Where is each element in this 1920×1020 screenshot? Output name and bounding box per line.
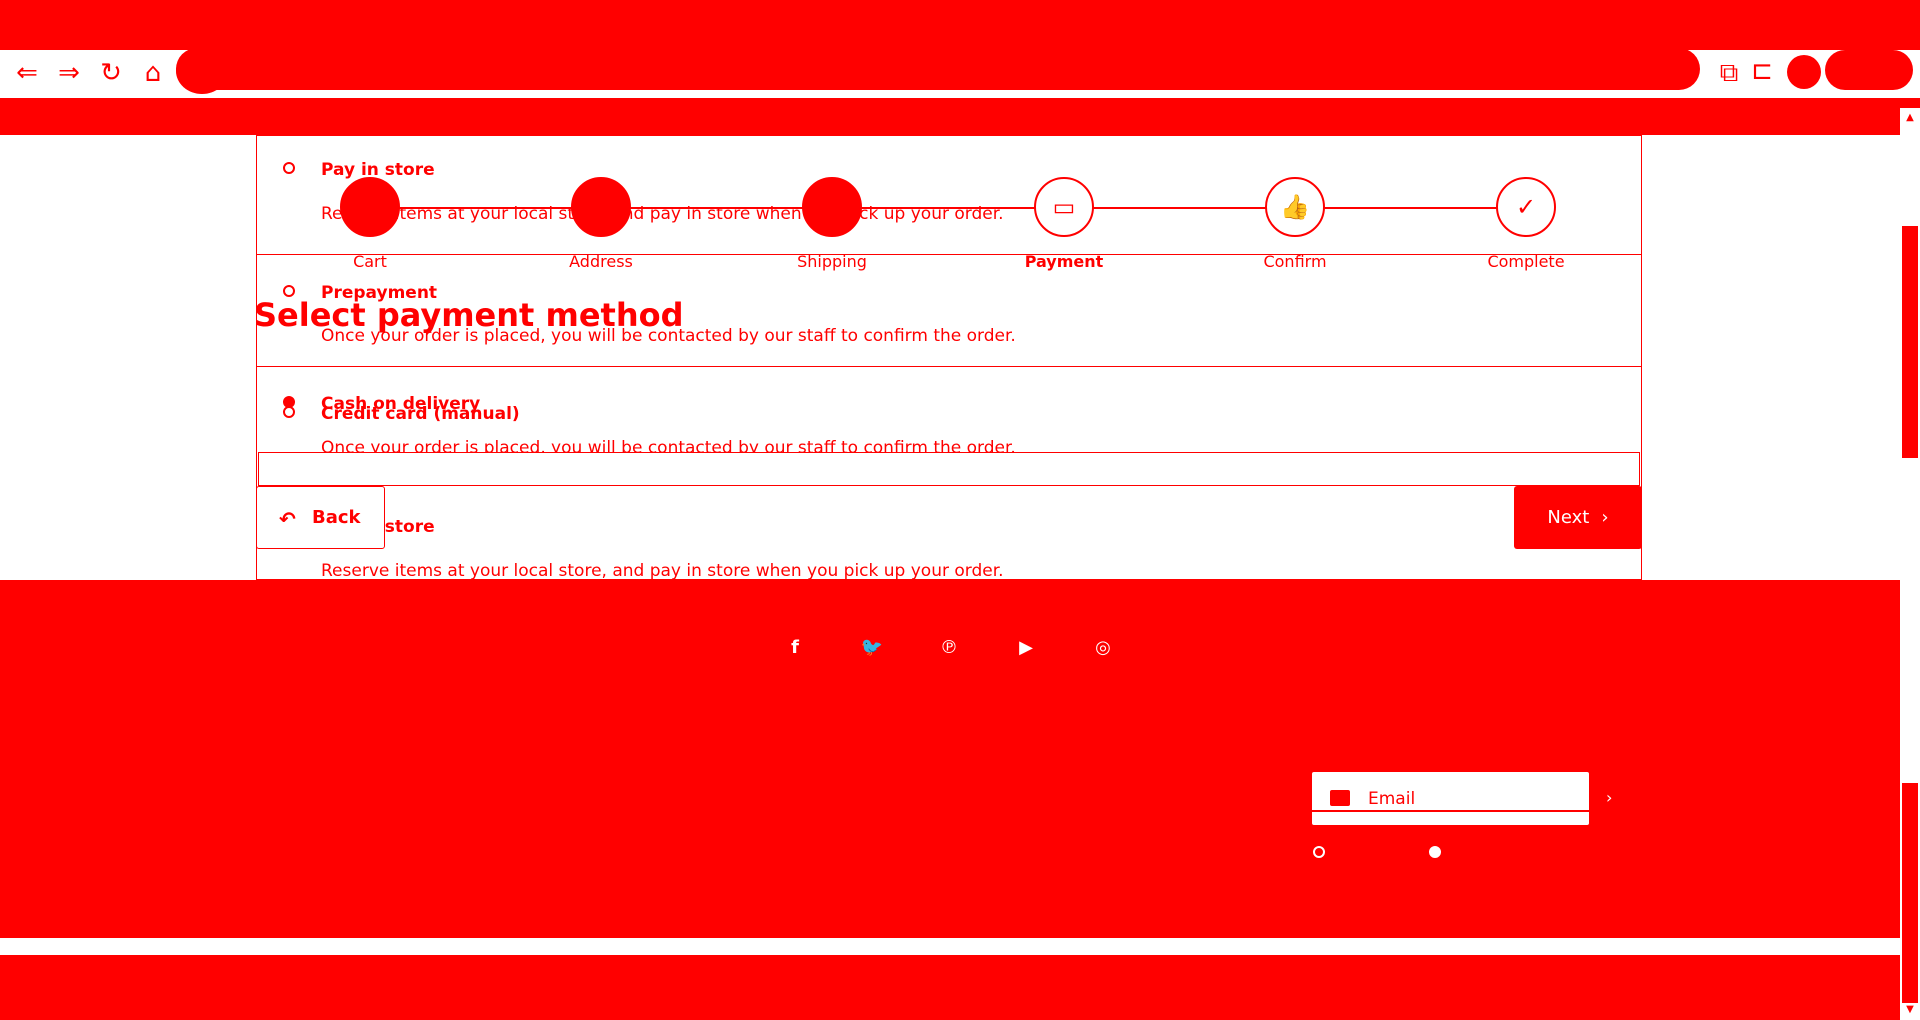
newsletter-email-placeholder: Email [1368, 789, 1416, 809]
chevron-right-icon: › [1601, 507, 1609, 528]
step-label-complete: Complete [1487, 252, 1565, 271]
payment-option-title: Credit card (manual) [321, 404, 520, 424]
puzzle-icon[interactable]: ⧉ [1712, 56, 1746, 90]
payment-option-box[interactable] [258, 452, 1640, 486]
bottom-bar [0, 955, 1900, 1020]
newsletter-email-field[interactable] [1312, 772, 1589, 825]
newsletter-radio[interactable] [1313, 846, 1325, 858]
facebook-icon[interactable]: f [780, 637, 810, 658]
next-button[interactable]: Next › [1514, 486, 1642, 549]
radio-button[interactable] [283, 406, 295, 418]
address-bar[interactable] [176, 48, 1700, 90]
payment-option-box[interactable] [256, 135, 1642, 255]
step-shipping-circle [802, 177, 862, 237]
chevron-right-icon[interactable]: › [1606, 788, 1612, 807]
email-underline [1312, 810, 1589, 812]
home-icon[interactable]: ⌂ [138, 58, 168, 88]
bookmark-icon[interactable]: ⊏ [1745, 54, 1779, 88]
step-label-shipping: Shipping [797, 252, 867, 271]
newsletter-radio-selected[interactable] [1429, 846, 1441, 858]
checkmark-icon: ✓ [1496, 177, 1556, 237]
footer-divider [0, 938, 1900, 955]
payment-option-title: Pay in store [321, 160, 435, 180]
back-arrow-icon: ↶ [279, 507, 296, 531]
page-title: Select payment method [254, 296, 684, 334]
back-arrow-icon[interactable]: ⇐ [12, 58, 42, 88]
radio-button[interactable] [283, 162, 295, 174]
scroll-down-icon[interactable]: ▼ [1900, 1004, 1920, 1015]
step-address-circle [571, 177, 631, 237]
twitter-icon[interactable]: 🐦 [857, 637, 887, 658]
browser-menu-button[interactable] [1825, 50, 1913, 90]
step-label-cart: Cart [353, 252, 387, 271]
thumbs-up-icon: 👍 [1265, 177, 1325, 237]
pinterest-icon[interactable]: ℗ [934, 637, 964, 658]
step-label-confirm: Confirm [1263, 252, 1327, 271]
youtube-icon[interactable]: ▶ [1011, 637, 1041, 658]
credit-card-icon: ▭ [1034, 177, 1094, 237]
back-button[interactable]: ↶ Back [256, 486, 385, 549]
avatar[interactable] [1787, 55, 1821, 89]
scroll-up-icon[interactable]: ▲ [1900, 112, 1920, 123]
reload-icon[interactable]: ↻ [96, 58, 126, 88]
step-label-address: Address [569, 252, 633, 271]
envelope-icon [1330, 790, 1350, 806]
scrollbar-thumb[interactable] [1902, 226, 1918, 458]
scrollbar-thumb-secondary[interactable] [1902, 783, 1918, 1003]
payment-option-description: Reserve items at your local store, and p… [321, 561, 1004, 581]
step-label-payment: Payment [1024, 252, 1104, 271]
step-cart-circle [340, 177, 400, 237]
stepper-line [370, 207, 1530, 209]
next-button-label: Next [1547, 507, 1590, 528]
site-info-icon[interactable] [176, 48, 228, 94]
forward-arrow-icon[interactable]: ⇒ [54, 58, 84, 88]
back-button-label: Back [312, 507, 361, 528]
bookmarks-bar [0, 98, 1920, 135]
footer [0, 580, 1900, 938]
instagram-icon[interactable]: ◎ [1088, 637, 1118, 658]
